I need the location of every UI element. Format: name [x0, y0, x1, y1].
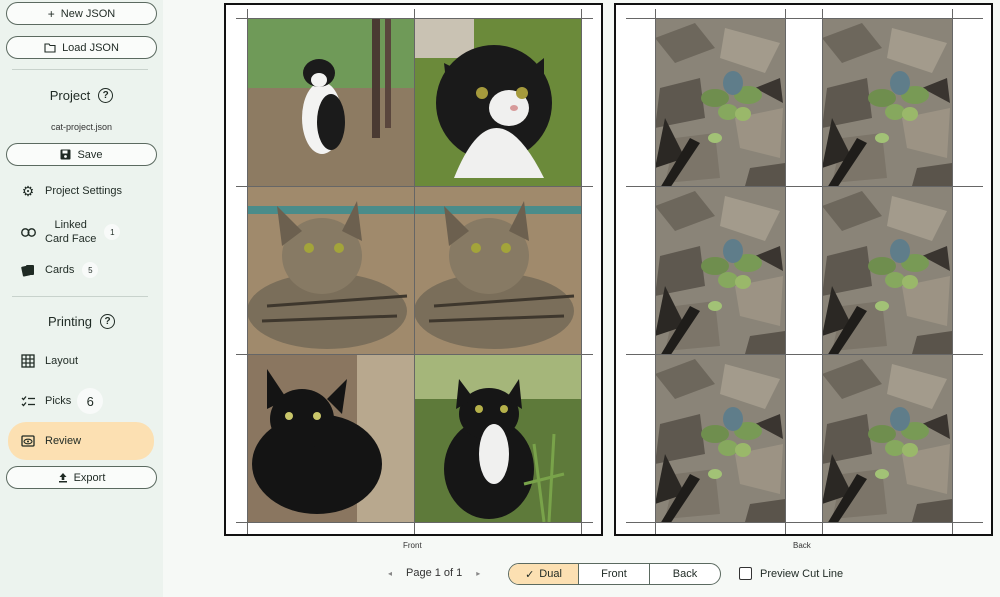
save-icon	[60, 149, 71, 160]
preview-cut-line-label: Preview Cut Line	[760, 567, 844, 580]
photo-cat-plants	[414, 354, 581, 522]
gear-icon: ⚙	[21, 182, 35, 199]
photo-tabby-2	[414, 186, 581, 354]
nav-project-settings[interactable]: ⚙ Project Settings	[8, 173, 154, 209]
photo-plant-back	[822, 18, 952, 186]
nav-linked-card-face[interactable]: Linked Card Face 1	[8, 213, 154, 251]
save-label: Save	[77, 148, 103, 161]
view-back-button[interactable]: Back	[650, 564, 720, 584]
view-front-button[interactable]: Front	[579, 564, 650, 584]
cut-line	[626, 354, 983, 355]
project-title: Project	[49, 88, 91, 103]
cut-line	[247, 9, 248, 534]
nav-cards-label: Cards	[45, 264, 75, 276]
photo-plant-back	[822, 354, 952, 522]
photo-plant-back	[655, 18, 785, 186]
link-icon	[20, 227, 36, 237]
project-filename: cat-project.json	[50, 122, 113, 132]
nav-picks[interactable]: Picks 6	[8, 383, 154, 419]
load-json-label: Load JSON	[62, 41, 119, 54]
linked-count-badge: 1	[104, 224, 121, 240]
cut-line	[414, 9, 415, 534]
cut-line	[581, 9, 582, 534]
grid-icon	[20, 354, 36, 368]
card-back[interactable]	[655, 354, 785, 522]
page-indicator: Page 1 of 1	[406, 567, 463, 579]
view-mode-toggle: ✓ Dual Front Back	[508, 563, 721, 585]
cut-line	[952, 9, 953, 534]
export-label: Export	[73, 471, 106, 484]
printing-title: Printing	[47, 314, 93, 329]
nav-layout-label: Layout	[45, 355, 79, 367]
export-button[interactable]: Export	[6, 466, 157, 489]
new-json-button[interactable]: + New JSON	[6, 2, 157, 25]
card-front[interactable]	[414, 354, 581, 522]
upload-icon	[58, 472, 68, 483]
nav-review-label: Review	[45, 435, 82, 447]
card-back[interactable]	[655, 186, 785, 354]
nav-review[interactable]: Review	[8, 422, 154, 460]
card-front[interactable]	[247, 186, 414, 354]
view-dual-label: Dual	[539, 568, 562, 580]
photo-plant-back	[655, 186, 785, 354]
photo-plant-back	[655, 354, 785, 522]
card-front[interactable]	[414, 186, 581, 354]
cards-icon	[20, 264, 36, 277]
photo-tabby	[247, 186, 414, 354]
card-front[interactable]	[414, 18, 581, 186]
checklist-icon	[20, 395, 36, 407]
next-page-icon[interactable]: ▸	[476, 569, 480, 578]
preview-cut-line-toggle[interactable]: Preview Cut Line	[739, 567, 843, 580]
back-page	[614, 3, 993, 536]
nav-project-settings-label: Project Settings	[45, 185, 123, 197]
linked-label-line1: Linked	[54, 219, 87, 231]
nav-cards[interactable]: Cards 5	[8, 252, 154, 288]
divider	[12, 296, 148, 297]
nav-picks-label: Picks	[45, 395, 72, 407]
card-front[interactable]	[247, 18, 414, 186]
cut-line	[785, 9, 786, 534]
photo-cat-sitting	[247, 18, 414, 186]
nav-linked-card-face-label: Linked Card Face	[45, 218, 96, 246]
prev-page-icon[interactable]: ◂	[388, 569, 392, 578]
photo-black-cat	[247, 354, 414, 522]
divider	[12, 69, 148, 70]
check-icon: ✓	[525, 568, 535, 581]
card-back[interactable]	[655, 18, 785, 186]
picks-count-badge: 6	[77, 388, 104, 414]
cut-line	[626, 186, 983, 187]
project-section-title: Project ?	[0, 88, 163, 103]
help-icon[interactable]: ?	[100, 314, 116, 329]
view-front-label: Front	[601, 568, 627, 580]
cards-count-badge: 5	[82, 262, 99, 278]
card-front[interactable]	[247, 354, 414, 522]
eye-preview-icon	[20, 435, 36, 447]
view-back-label: Back	[672, 568, 698, 580]
photo-plant-back	[822, 186, 952, 354]
cut-line	[655, 9, 656, 534]
cut-line	[626, 18, 983, 19]
load-json-button[interactable]: Load JSON	[6, 36, 157, 59]
front-page	[224, 3, 603, 536]
card-back[interactable]	[822, 18, 952, 186]
folder-icon	[44, 42, 56, 53]
plus-icon: +	[47, 6, 55, 21]
cut-line	[822, 9, 823, 534]
front-page-label: Front	[403, 541, 422, 550]
linked-label-line2: Card Face	[45, 233, 97, 245]
view-dual-button[interactable]: ✓ Dual	[509, 564, 579, 584]
save-button[interactable]: Save	[6, 143, 157, 166]
back-page-label: Back	[793, 541, 811, 550]
help-icon[interactable]: ?	[98, 88, 114, 103]
preview-cut-line-checkbox[interactable]	[739, 567, 752, 580]
card-back[interactable]	[822, 354, 952, 522]
sidebar: + New JSON Load JSON Project ? cat-proje…	[0, 0, 163, 597]
printing-section-title: Printing ?	[0, 314, 163, 329]
page-navigator: ◂ Page 1 of 1 ▸	[388, 567, 480, 579]
card-back[interactable]	[822, 186, 952, 354]
photo-cat-closeup	[414, 18, 581, 186]
nav-layout[interactable]: Layout	[8, 343, 154, 379]
cut-line	[626, 522, 983, 523]
new-json-label: New JSON	[60, 7, 116, 20]
